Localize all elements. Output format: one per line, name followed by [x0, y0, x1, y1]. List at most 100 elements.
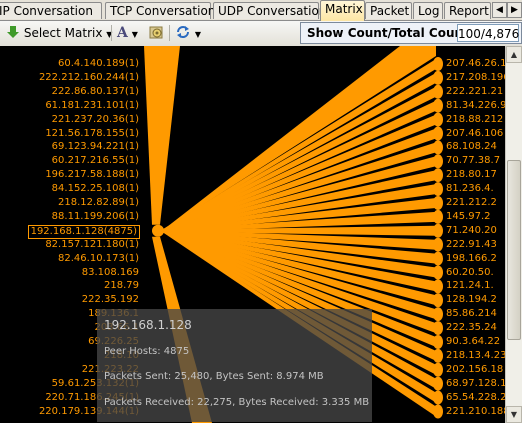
font-icon: A — [117, 25, 128, 41]
toolbar: Select Matrix ▼ A ▼ ▼ Show Count/Total C… — [0, 21, 522, 47]
right-node-label[interactable]: 217.208.196 — [446, 72, 505, 84]
refresh-icon — [177, 26, 189, 38]
right-node-marker — [433, 154, 443, 169]
right-node-label[interactable]: 221.212.2 — [446, 197, 497, 209]
right-node-label[interactable]: 121.24.1. — [446, 280, 494, 292]
download-arrow-icon — [7, 26, 19, 38]
left-node-label[interactable]: 192.168.1.128(4875) — [27, 224, 140, 239]
chevron-right-icon: ▶ — [511, 5, 518, 15]
right-node-label[interactable]: 60.20.50. — [446, 267, 494, 279]
tooltip-received: Packets Received: 22,275, Bytes Received… — [104, 397, 370, 408]
tab-label: Matrix — [325, 2, 363, 16]
right-node-marker — [433, 265, 443, 280]
right-node-label[interactable]: 128.194.2 — [446, 294, 497, 306]
left-node-label[interactable]: 60.4.140.189(1) — [58, 58, 139, 70]
right-node-label[interactable]: 81.236.4. — [446, 183, 494, 195]
right-node-label[interactable]: 222.91.43 — [446, 239, 497, 251]
right-node-marker — [433, 168, 443, 183]
tab-tcp-conversation[interactable]: TCP Conversation — [105, 2, 215, 19]
select-matrix-label: Select Matrix — [23, 26, 103, 40]
matrix-view[interactable]: 60.4.140.189(1) 222.212.160.244(1) 222.86.… — [0, 46, 505, 423]
right-node-marker — [433, 390, 443, 405]
connection-bundle — [144, 46, 180, 225]
right-node-marker — [433, 279, 443, 294]
left-node-label[interactable]: 84.152.25.108(1) — [52, 183, 139, 195]
right-node-label[interactable]: 202.156.18 — [446, 364, 503, 376]
left-node-label[interactable]: 222.35.192 — [82, 294, 139, 306]
select-matrix-button[interactable]: Select Matrix ▼ — [6, 23, 112, 43]
right-node-marker — [433, 307, 443, 322]
right-node-label[interactable]: 222.35.24 — [446, 322, 497, 334]
right-node-marker — [433, 404, 443, 419]
left-node-label[interactable]: 196.217.58.188(1) — [45, 169, 139, 181]
right-node-marker — [433, 362, 443, 377]
right-node-label[interactable]: 198.166.2 — [446, 253, 497, 265]
tab-label: Log — [418, 4, 440, 18]
dropdown-arrow-icon: ▼ — [131, 30, 138, 39]
refresh-button[interactable]: ▼ — [175, 23, 201, 43]
left-node-label[interactable]: 83.108.169 — [82, 267, 139, 279]
tab-label: Report — [449, 4, 489, 18]
right-node-marker — [433, 196, 443, 210]
right-node-label[interactable]: 145.97.2 — [446, 211, 491, 223]
arrow-down-icon: ▼ — [510, 410, 518, 419]
right-node-label[interactable]: 221.210.188.1 — [446, 406, 505, 418]
right-node-label[interactable]: 68.97.128.18 — [446, 378, 505, 390]
right-node-label[interactable]: 222.221.21 — [446, 86, 503, 98]
gear-icon — [149, 26, 163, 39]
right-node-label[interactable]: 218.80.17 — [446, 169, 497, 181]
font-button[interactable]: A ▼ — [117, 23, 138, 43]
right-node-label[interactable]: 207.46.106 — [446, 128, 503, 140]
tab-scroll-left-button[interactable]: ◀ — [492, 2, 507, 18]
tab-scroll-right-button[interactable]: ▶ — [507, 2, 522, 18]
right-node-label[interactable]: 81.34.226.9 — [446, 100, 505, 112]
right-node-label[interactable]: 218.88.212 — [446, 114, 503, 126]
right-node-marker — [433, 223, 443, 238]
tab-ip-conversation[interactable]: IP Conversation — [0, 2, 102, 19]
tab-label: Packet — [370, 4, 410, 18]
left-node-label[interactable]: 218.79 — [104, 280, 139, 292]
arrow-up-icon: ▲ — [510, 50, 518, 59]
scroll-thumb[interactable] — [507, 160, 521, 340]
settings-button[interactable] — [148, 23, 164, 43]
right-node-marker — [433, 335, 443, 349]
dropdown-arrow-icon: ▼ — [194, 30, 201, 39]
left-node-label[interactable]: 82.157.121.180(1) — [45, 239, 139, 251]
tab-packet[interactable]: Packet — [365, 2, 412, 19]
right-node-label[interactable]: 68.108.24 — [446, 141, 497, 153]
show-count-input[interactable]: 100/4,876 — [457, 24, 519, 42]
left-node-label[interactable]: 221.237.20.36(1) — [52, 114, 139, 126]
node-tooltip: 192.168.1.128 Peer Hosts: 4875 Packets S… — [97, 309, 372, 422]
right-node-label[interactable]: 71.240.20 — [446, 225, 497, 237]
left-node-label[interactable]: 69.123.94.221(1) — [52, 141, 139, 153]
right-node-marker — [433, 182, 443, 197]
right-node-label[interactable]: 218.13.4.23 — [446, 350, 505, 362]
right-node-marker — [433, 57, 443, 71]
left-node-label[interactable]: 88.11.199.206(1) — [52, 211, 139, 223]
left-node-label[interactable]: 61.181.231.101(1) — [45, 100, 139, 112]
vertical-scrollbar[interactable]: ▲ ▼ — [505, 46, 522, 423]
left-node-label[interactable]: 222.86.80.137(1) — [52, 86, 139, 98]
right-node-marker — [433, 376, 443, 391]
tab-strip: IP Conversation TCP Conversation UDP Con… — [0, 0, 522, 21]
scroll-up-button[interactable]: ▲ — [506, 46, 522, 63]
right-node-label[interactable]: 207.46.26.17 — [446, 58, 505, 70]
left-node-label[interactable]: 82.46.10.173(1) — [58, 253, 139, 265]
left-node-label[interactable]: 222.212.160.244(1) — [39, 72, 139, 84]
right-node-marker — [433, 140, 443, 155]
right-node-label[interactable]: 85.86.214 — [446, 308, 497, 320]
right-node-marker — [433, 293, 443, 308]
right-node-label[interactable]: 65.54.228.22 — [446, 392, 505, 404]
left-node-label[interactable]: 60.217.216.55(1) — [52, 155, 139, 167]
left-node-label[interactable]: 121.56.178.155(1) — [45, 128, 139, 140]
right-node-marker — [433, 70, 443, 85]
right-node-label[interactable]: 90.3.64.22 — [446, 336, 500, 348]
tab-udp-conversation[interactable]: UDP Conversation — [213, 2, 326, 19]
selected-node-marker — [152, 224, 164, 237]
tab-log[interactable]: Log — [413, 2, 443, 19]
tab-matrix[interactable]: Matrix — [320, 0, 365, 21]
right-node-label[interactable]: 70.77.38.7 — [446, 155, 500, 167]
left-node-label[interactable]: 218.12.82.89(1) — [58, 197, 139, 209]
tab-report[interactable]: Report — [444, 2, 491, 19]
scroll-down-button[interactable]: ▼ — [506, 406, 522, 423]
